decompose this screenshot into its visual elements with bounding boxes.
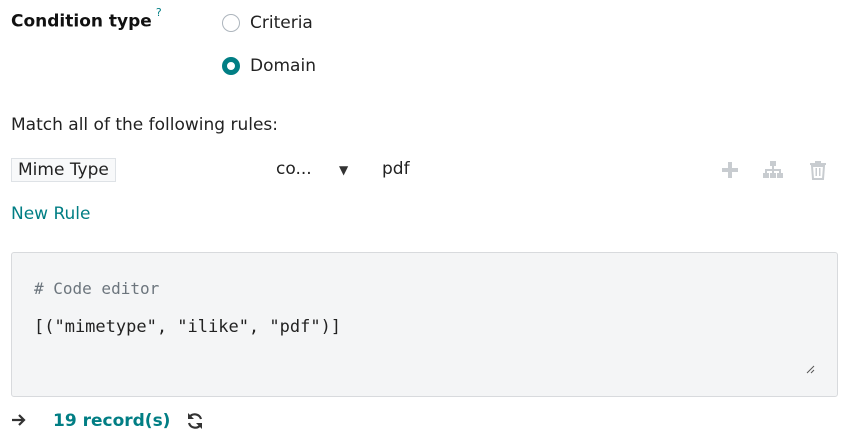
records-count-link[interactable]: 19 record(s) [53, 411, 170, 431]
radio-domain[interactable]: Domain [222, 56, 316, 76]
help-tooltip-marker[interactable]: ? [156, 6, 162, 19]
radio-criteria[interactable]: Criteria [222, 13, 313, 33]
plus-icon [722, 162, 738, 178]
condition-type-label: Condition type? [11, 6, 162, 32]
rule-operator-select[interactable]: co... [276, 159, 312, 179]
radio-domain-label: Domain [250, 56, 316, 76]
condition-type-text: Condition type [11, 11, 152, 32]
trash-icon [810, 161, 826, 180]
domain-code[interactable]: [("mimetype", "ilike", "pdf")] [34, 317, 341, 337]
new-rule-button[interactable]: New Rule [11, 204, 91, 224]
code-editor[interactable]: # Code editor [("mimetype", "ilike", "pd… [11, 252, 838, 397]
rule-value-input[interactable]: pdf [382, 159, 410, 179]
arrow-right-icon [11, 411, 27, 432]
add-branch-icon[interactable] [762, 158, 784, 182]
refresh-icon[interactable] [186, 412, 206, 432]
radio-domain-circle[interactable] [222, 57, 240, 75]
radio-criteria-label: Criteria [250, 13, 313, 33]
chevron-down-icon[interactable]: ▼ [339, 159, 348, 181]
resize-handle-icon[interactable] [805, 364, 815, 374]
code-editor-comment: # Code editor [34, 279, 160, 298]
add-rule-icon[interactable] [719, 158, 741, 182]
sitemap-icon [763, 161, 783, 178]
radio-criteria-circle[interactable] [222, 14, 240, 32]
delete-rule-icon[interactable] [807, 158, 829, 182]
match-rules-text: Match all of the following rules: [11, 115, 278, 135]
rule-field-selector[interactable]: Mime Type [11, 158, 116, 182]
